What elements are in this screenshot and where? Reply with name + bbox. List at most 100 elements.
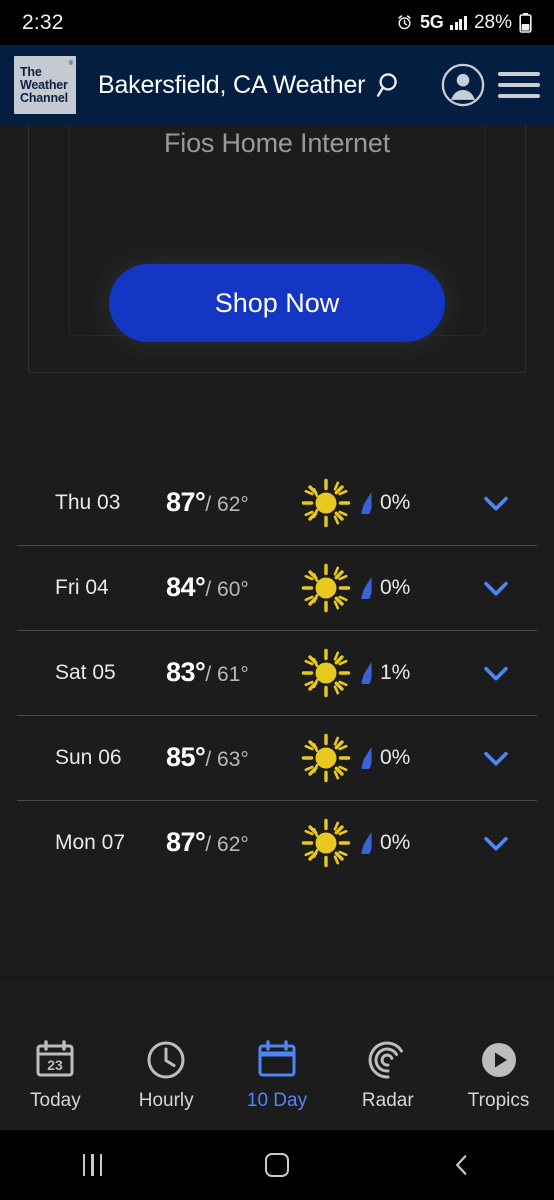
forecast-row[interactable]: Thu 03 87°/ 62° 0% [0, 460, 554, 545]
ad-title: Fios Home Internet [164, 128, 390, 158]
precipitation-cell: 1% [364, 661, 460, 685]
account-avatar-icon[interactable] [440, 62, 486, 108]
precipitation-cell: 0% [364, 491, 460, 515]
advertisement[interactable]: Fios Home Internet Shop Now [28, 125, 526, 373]
raindrop-icon [361, 747, 376, 769]
radar-icon [368, 1041, 403, 1079]
location-title-group: Bakersfield, CA Weather [98, 70, 428, 100]
logo-line-2: Weather [20, 77, 68, 92]
svg-text:23: 23 [48, 1057, 64, 1073]
home-button[interactable] [185, 1153, 370, 1177]
logo-line-3: Channel [20, 90, 68, 105]
expand-cell[interactable] [460, 571, 532, 605]
low-temp: / 61° [205, 663, 249, 686]
nav-item-tropics[interactable]: Tropics [443, 1039, 554, 1112]
condition-cell [288, 818, 364, 868]
expand-cell[interactable] [460, 656, 532, 690]
clock-icon [147, 1041, 185, 1078]
raindrop-icon [361, 662, 376, 684]
back-icon [455, 1155, 467, 1175]
nav-item-hourly[interactable]: Hourly [111, 1039, 222, 1112]
condition-cell [288, 478, 364, 528]
status-indicators: 5G 28% [396, 12, 532, 34]
calendar-23-icon: 23 [36, 1039, 74, 1076]
chevron-down-icon[interactable] [479, 741, 513, 775]
page-title: Bakersfield, CA Weather [98, 70, 366, 99]
nav-item-10-day[interactable]: 10 Day [222, 1039, 333, 1112]
content-spacer [0, 975, 554, 980]
raindrop-icon [361, 832, 376, 854]
phone-screen: 2:32 5G 28% ® The Weather Channel Bakers… [0, 0, 554, 1200]
expand-cell[interactable] [460, 826, 532, 860]
forecast-row[interactable]: Mon 07 87°/ 62° 0% [0, 800, 554, 885]
chevron-down-icon[interactable] [479, 571, 513, 605]
registered-mark: ® [68, 61, 73, 67]
app-header: ® The Weather Channel Bakersfield, CA We… [0, 45, 554, 125]
precipitation-cell: 0% [364, 576, 460, 600]
home-icon [265, 1153, 289, 1177]
raindrop-icon [361, 577, 376, 599]
nav-label-tropics: Tropics [467, 1089, 530, 1111]
forecast-day: Sun 06 [55, 745, 122, 769]
nav-label-10-day: 10 Day [246, 1089, 308, 1111]
raindrop-icon [361, 492, 376, 514]
search-icon[interactable] [375, 70, 405, 100]
shop-now-button[interactable]: Shop Now [109, 264, 445, 342]
logo-line-1: The [20, 64, 42, 79]
status-time: 2:32 [22, 10, 64, 34]
low-temp: / 62° [205, 833, 249, 856]
condition-cell [288, 733, 364, 783]
bottom-navigation: 23 Today Hourly 10 Day Radar Tropics [0, 1020, 554, 1130]
high-temp: 83° [166, 657, 206, 687]
chevron-down-icon[interactable] [479, 656, 513, 690]
network-type: 5G [420, 12, 444, 32]
forecast-day: Thu 03 [55, 490, 121, 514]
high-temp: 85° [166, 742, 206, 772]
nav-item-today[interactable]: 23 Today [0, 1039, 111, 1112]
forecast-row[interactable]: Fri 04 84°/ 60° 0% [0, 545, 554, 630]
forecast-day: Fri 04 [55, 575, 109, 599]
alarm-clock-icon [398, 15, 411, 30]
forecast-row[interactable]: Sat 05 83°/ 61° 1% [0, 630, 554, 715]
low-temp: / 60° [205, 578, 249, 601]
weather-channel-logo[interactable]: ® The Weather Channel [14, 56, 76, 114]
chevron-down-icon[interactable] [479, 826, 513, 860]
forecast-temps: 87°/ 62° [166, 827, 288, 858]
back-button[interactable] [369, 1152, 554, 1178]
precip-chance: 0% [380, 745, 411, 769]
precipitation-cell: 0% [364, 746, 460, 770]
ten-day-forecast-list: Thu 03 87°/ 62° 0% Fri 04 84°/ 60° 0% Sa… [0, 460, 554, 885]
low-temp: / 62° [205, 493, 249, 516]
condition-cell [288, 648, 364, 698]
forecast-day: Mon 07 [55, 830, 126, 854]
expand-cell[interactable] [460, 741, 532, 775]
forecast-temps: 87°/ 62° [166, 487, 288, 518]
low-temp: / 63° [205, 748, 249, 771]
sunny-icon [301, 478, 351, 527]
battery-icon [519, 12, 532, 33]
sunny-icon [301, 733, 351, 782]
forecast-temps: 85°/ 63° [166, 742, 288, 773]
precip-chance: 1% [380, 660, 411, 684]
forecast-temps: 84°/ 60° [166, 572, 288, 603]
calendar-icon [258, 1039, 296, 1076]
expand-cell[interactable] [460, 486, 532, 520]
precip-chance: 0% [380, 575, 411, 599]
status-bar: 2:32 5G 28% [0, 0, 554, 45]
precip-chance: 0% [380, 490, 411, 514]
play-circle-icon [481, 1042, 516, 1077]
precipitation-cell: 0% [364, 831, 460, 855]
chevron-down-icon[interactable] [479, 486, 513, 520]
nav-item-radar[interactable]: Radar [332, 1039, 443, 1112]
sunny-icon [301, 563, 351, 612]
android-system-nav [0, 1130, 554, 1200]
hamburger-menu-icon[interactable] [498, 72, 540, 98]
high-temp: 87° [166, 487, 206, 517]
recents-button[interactable] [0, 1154, 185, 1176]
battery-percent: 28% [473, 11, 512, 33]
forecast-row[interactable]: Sun 06 85°/ 63° 0% [0, 715, 554, 800]
main-content: Fios Home Internet Shop Now Thu 03 87°/ … [0, 125, 554, 980]
forecast-day: Sat 05 [55, 660, 116, 684]
nav-label-hourly: Hourly [138, 1089, 194, 1111]
condition-cell [288, 563, 364, 613]
